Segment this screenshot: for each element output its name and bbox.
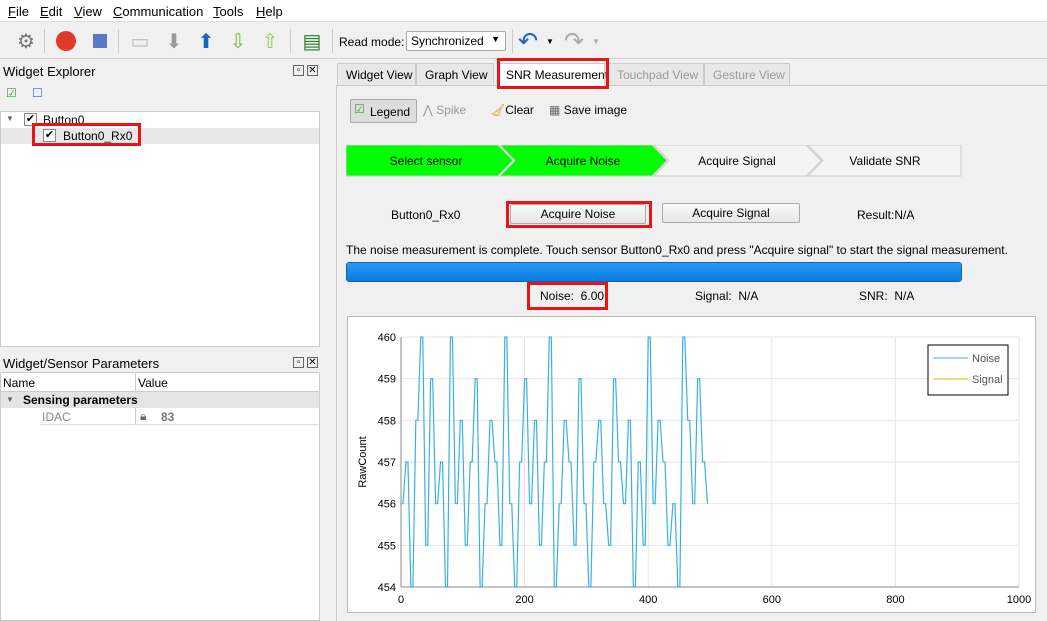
menu-edit[interactable]: Edit: [40, 4, 62, 19]
menu-tools[interactable]: Tools: [213, 4, 243, 19]
step-label: Select sensor: [389, 153, 463, 168]
arrow-up-icon[interactable]: ⇧: [258, 29, 282, 53]
y-tick-label: 458: [378, 415, 396, 427]
open-folder-icon[interactable]: ▭: [128, 29, 152, 53]
tab-gesture-view[interactable]: Gesture View: [704, 63, 790, 85]
y-tick-label: 459: [378, 374, 396, 386]
snr-value: SNR: N/A: [859, 289, 915, 303]
expand-icon[interactable]: ▼: [6, 395, 14, 404]
menu-communication[interactable]: Communication: [113, 4, 203, 19]
step-label: Acquire Signal: [698, 153, 776, 168]
menu-view[interactable]: View: [74, 4, 102, 19]
close-icon[interactable]: ✕: [307, 65, 318, 76]
tab-touchpad-view[interactable]: Touchpad View: [608, 63, 704, 85]
x-tick-label: 1000: [1007, 594, 1031, 606]
arrow-down-icon[interactable]: ⇩: [226, 29, 250, 53]
lock-icon: 🔒︎: [140, 409, 147, 423]
float-icon[interactable]: ▫: [293, 65, 304, 76]
sensor-name: Button0_Rx0: [391, 208, 461, 222]
y-axis-label: RawCount: [357, 436, 369, 487]
x-tick-label: 600: [763, 594, 781, 606]
stop-icon[interactable]: [88, 29, 112, 53]
progress-fill: [347, 263, 961, 281]
progress-bar: [346, 262, 962, 282]
y-tick-label: 454: [378, 582, 396, 594]
widget-explorer-title: Widget Explorer: [3, 64, 96, 79]
save-image-button[interactable]: ▦ Save image: [549, 103, 627, 117]
gear-icon[interactable]: ⚙: [14, 29, 38, 53]
params-table: Name Value ▼ Sensing parameters IDAC 🔒︎ …: [0, 372, 320, 621]
x-tick-label: 0: [398, 594, 404, 606]
result-label: Result:N/A: [857, 208, 915, 222]
table-header: Name Value: [1, 373, 319, 392]
status-message: The noise measurement is complete. Touch…: [346, 243, 1008, 257]
chevron-down-icon[interactable]: ▼: [546, 37, 554, 46]
image-icon: ▦: [549, 103, 561, 117]
raw-count-chart: 454 455 456 457 458 459 460 0 200 400 600 800 1000 Ra…: [347, 316, 1036, 613]
disconnect-icon[interactable]: [54, 29, 78, 53]
clear-label: Clear: [505, 103, 534, 117]
tab-widget-view[interactable]: Widget View: [337, 63, 416, 85]
step-label: Acquire Noise: [545, 153, 621, 168]
legend-label: Legend: [370, 105, 411, 119]
legend-label: Signal: [972, 374, 1003, 386]
chart-svg: 454 455 456 457 458 459 460 0 200 400 600 800 1000 Ra…: [357, 332, 1031, 606]
y-tick-label: 456: [378, 499, 396, 511]
upload-icon[interactable]: ⬆: [194, 29, 218, 53]
x-tick-label: 200: [515, 594, 533, 606]
highlight-box: [32, 123, 141, 146]
menu-help[interactable]: Help: [256, 4, 283, 19]
save-image-label: Save image: [563, 103, 628, 117]
param-name: IDAC: [42, 410, 71, 424]
redo-icon[interactable]: ↷: [562, 28, 586, 55]
chevron-down-icon[interactable]: ▼: [592, 37, 600, 46]
undo-icon[interactable]: ↶: [516, 28, 540, 55]
read-mode-label: Read mode:: [339, 35, 405, 49]
check-all-icon[interactable]: ☑: [6, 86, 17, 100]
broom-icon: 🧹︎: [490, 103, 506, 117]
group-row[interactable]: ▼ Sensing parameters: [1, 392, 319, 408]
uncheck-all-icon[interactable]: ☐: [32, 86, 43, 100]
param-value: 83: [161, 410, 175, 424]
log-icon[interactable]: ▤: [300, 29, 324, 53]
close-icon[interactable]: ✕: [307, 357, 318, 368]
menu-bar: File Edit View Communication Tools Help: [0, 0, 1047, 22]
clear-button[interactable]: 🧹︎Clear: [490, 103, 534, 117]
y-tick-label: 457: [378, 457, 396, 469]
table-row[interactable]: IDAC 🔒︎ 83: [40, 408, 319, 425]
params-title: Widget/Sensor Parameters: [3, 356, 160, 371]
highlight-box: [527, 282, 608, 310]
legend-button[interactable]: ☑ Legend: [350, 99, 417, 123]
step-label: Validate SNR: [849, 153, 921, 168]
spike-button[interactable]: ⋀ Spike: [423, 103, 466, 117]
toolbar: ⚙ ▭ ⬇ ⬆ ⇩ ⇧ ▤ Read mode: Synchronized ▼ ↶…: [0, 23, 1047, 59]
acquire-signal-button[interactable]: Acquire Signal: [662, 203, 800, 223]
float-icon[interactable]: ▫: [293, 357, 304, 368]
column-header-name: Name: [3, 376, 36, 390]
widget-tree: ▼ ✔ Button0 ✔ Button0_Rx0: [0, 111, 320, 347]
read-mode-select[interactable]: Synchronized ▼: [406, 31, 506, 51]
expand-icon[interactable]: ▼: [6, 114, 14, 123]
x-tick-label: 800: [886, 594, 904, 606]
y-tick-label: 460: [378, 332, 396, 344]
legend-label: Noise: [972, 353, 1000, 365]
signal-value: Signal: N/A: [695, 289, 759, 303]
download-icon[interactable]: ⬇: [162, 29, 186, 53]
column-header-value: Value: [138, 376, 168, 390]
spike-label: Spike: [436, 103, 467, 117]
menu-file[interactable]: File: [8, 4, 29, 19]
spike-icon: ⋀: [423, 103, 433, 117]
chevron-down-icon: ▼: [491, 34, 500, 44]
x-tick-label: 400: [639, 594, 657, 606]
legend-icon: ☑: [354, 102, 365, 116]
highlight-box: [506, 201, 652, 228]
tab-graph-view[interactable]: Graph View: [416, 63, 494, 85]
y-tick-label: 455: [378, 540, 396, 552]
highlight-box: [497, 58, 609, 89]
read-mode-value: Synchronized: [411, 34, 484, 48]
group-label: Sensing parameters: [23, 393, 138, 407]
